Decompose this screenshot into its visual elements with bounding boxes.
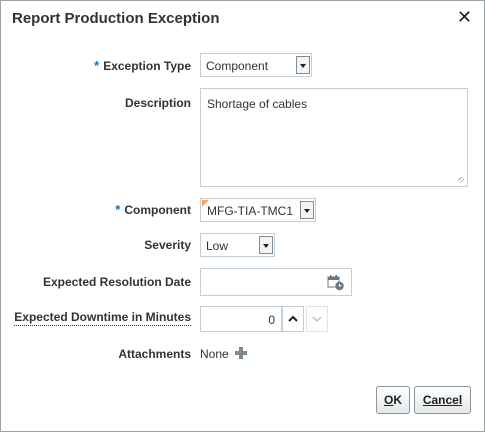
dialog-title: Report Production Exception	[12, 10, 220, 27]
attachments-label: Attachments	[118, 347, 191, 361]
severity-value: Low	[206, 239, 229, 253]
required-indicator: *	[94, 58, 100, 73]
chevron-down-icon	[312, 316, 322, 323]
chevron-down-icon[interactable]	[259, 236, 273, 254]
report-production-exception-dialog: Report Production Exception ✕ * Exception…	[0, 0, 485, 432]
description-textarea[interactable]: Shortage of cables	[200, 88, 468, 187]
cancel-button[interactable]: Cancel	[414, 386, 471, 414]
exception-type-label: * Exception Type	[94, 58, 191, 73]
expected-downtime-label: Expected Downtime in Minutes	[14, 310, 191, 326]
component-select[interactable]: MFG-TIA-TMC1	[200, 198, 316, 222]
chevron-down-icon[interactable]	[300, 201, 314, 219]
resize-grip-icon[interactable]	[458, 177, 464, 183]
add-icon[interactable]	[234, 346, 248, 360]
calendar-icon[interactable]	[327, 274, 345, 291]
exception-type-select[interactable]: Component	[200, 53, 312, 77]
component-label: * Component	[115, 202, 191, 217]
description-value: Shortage of cables	[207, 97, 308, 111]
chevron-up-icon	[288, 315, 298, 322]
exception-type-value: Component	[206, 59, 269, 73]
expected-resolution-date-input[interactable]	[200, 268, 352, 296]
expected-resolution-date-label: Expected Resolution Date	[42, 275, 191, 289]
close-icon[interactable]: ✕	[457, 7, 472, 27]
required-indicator: *	[115, 202, 121, 217]
dialog-title-bar: Report Production Exception ✕	[1, 1, 484, 37]
chevron-down-icon[interactable]	[296, 56, 310, 74]
severity-label: Severity	[144, 238, 191, 252]
ok-mnemonic: O	[383, 393, 394, 407]
attachments-value: None	[200, 347, 229, 361]
expected-downtime-input[interactable]: 0	[200, 306, 282, 332]
component-value: MFG-TIA-TMC1	[207, 204, 293, 218]
decrement-button[interactable]	[306, 306, 328, 332]
expected-downtime-value: 0	[268, 313, 275, 327]
ok-button[interactable]: OK	[376, 386, 410, 414]
description-label: Description	[124, 96, 191, 110]
severity-select[interactable]: Low	[200, 233, 275, 257]
increment-button[interactable]	[282, 306, 304, 332]
